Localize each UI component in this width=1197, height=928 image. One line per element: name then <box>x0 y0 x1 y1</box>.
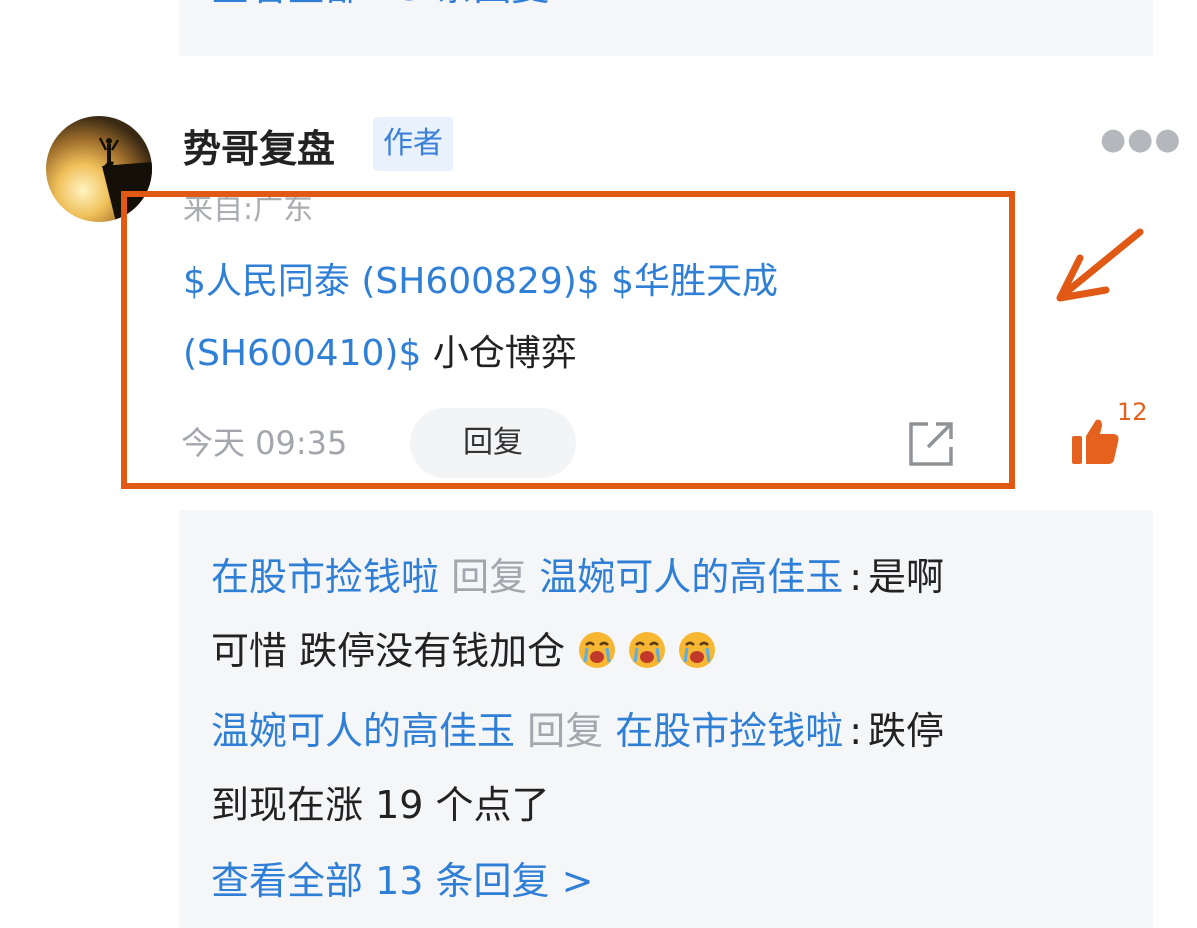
crying-emoji <box>679 632 716 668</box>
reply-1-text-line2: 可惜 跌停没有钱加仓 <box>211 629 566 673</box>
previous-reply-box: 查看全部 15 条回复 > <box>179 0 1153 56</box>
reply-2-to-user[interactable]: 在股市捡钱啦 <box>615 709 843 753</box>
reply-1-line-2: 可惜 跌停没有钱加仓 <box>211 614 727 688</box>
reply-1-line-1: 在股市捡钱啦 回复 温婉可人的高佳玉: 是啊 <box>211 540 944 614</box>
reply-1-action: 回复 <box>451 555 528 599</box>
reply-1-colon: : <box>849 555 863 599</box>
reply-2-colon: : <box>849 709 863 753</box>
reply-1-from-user[interactable]: 在股市捡钱啦 <box>211 555 439 599</box>
author-badge: 作者 <box>373 117 453 171</box>
like-count: 12 <box>1117 398 1148 426</box>
replies-box: 在股市捡钱啦 回复 温婉可人的高佳玉: 是啊 可惜 跌停没有钱加仓 温婉可人的高佳… <box>179 510 1153 928</box>
crying-emoji <box>629 632 666 668</box>
reply-2-action: 回复 <box>527 709 604 753</box>
reply-2-text-line2: 到现在涨 19 个点了 <box>211 783 550 827</box>
username[interactable]: 势哥复盘 <box>183 118 335 173</box>
reply-2-line-1: 温婉可人的高佳玉 回复 在股市捡钱啦: 跌停 <box>211 694 944 768</box>
more-dots-icon[interactable]: ●●● <box>1100 122 1182 157</box>
reply-1-text-line1: 是啊 <box>868 555 945 599</box>
reply-1-to-user[interactable]: 温婉可人的高佳玉 <box>539 555 843 599</box>
highlight-box <box>121 191 1015 489</box>
reply-2-line-2: 到现在涨 19 个点了 <box>211 768 550 842</box>
arrow-annotation <box>1052 224 1148 306</box>
view-all-replies-link-previous[interactable]: 查看全部 15 条回复 > <box>211 0 593 11</box>
reply-2-text-line1: 跌停 <box>868 709 945 753</box>
reply-2-from-user[interactable]: 温婉可人的高佳玉 <box>211 709 515 753</box>
thumbs-up-icon[interactable] <box>1070 416 1122 466</box>
crying-emoji <box>579 632 616 668</box>
view-all-replies-link[interactable]: 查看全部 13 条回复 > <box>211 844 593 918</box>
